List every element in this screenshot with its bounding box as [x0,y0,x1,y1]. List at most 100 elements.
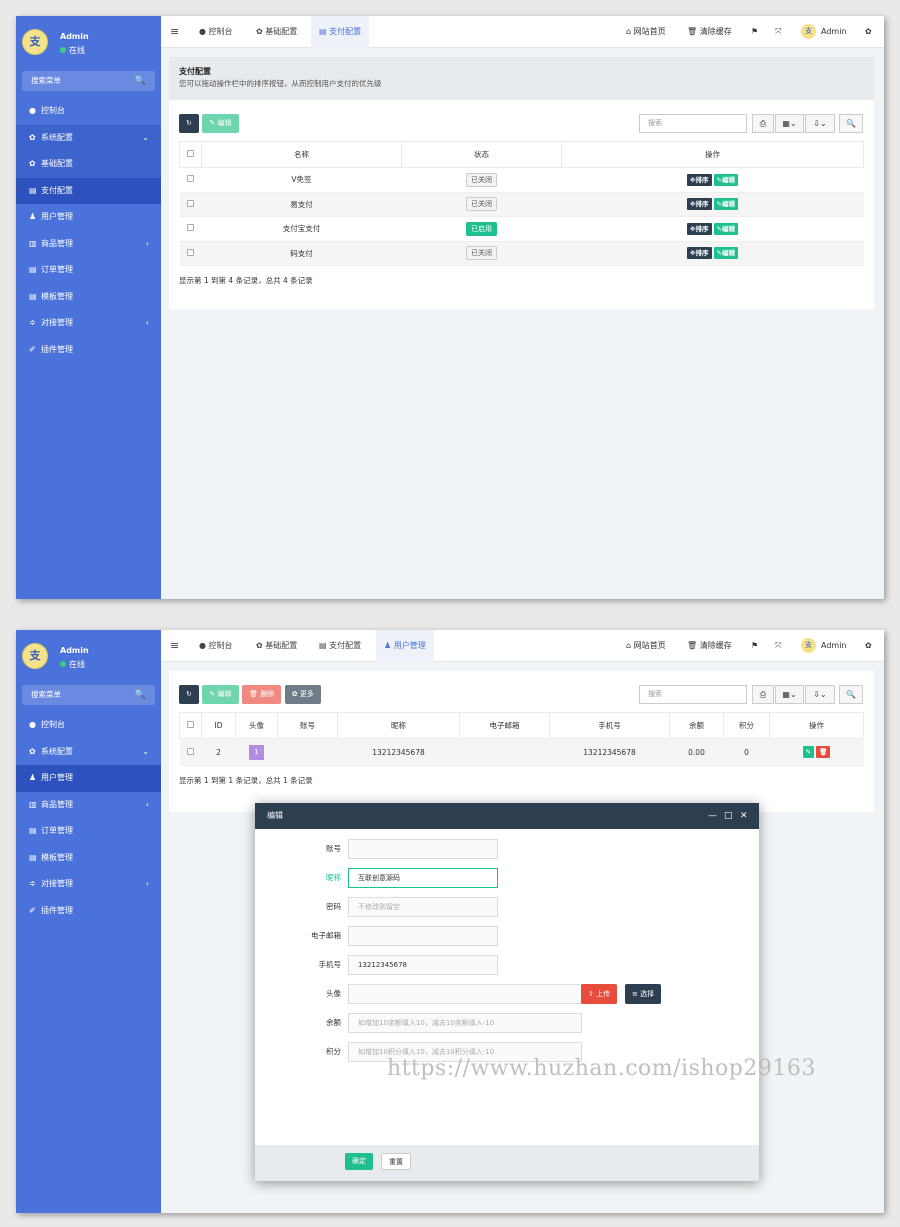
status-badge[interactable]: 已启用 [466,221,497,236]
clear-cache-button[interactable]: 🗑 清除缓存 [687,16,732,48]
export-button[interactable]: ⇩⌄ [805,685,835,704]
phone-field[interactable]: 13212345678 [348,955,498,975]
column-header-avatar[interactable]: 头像 [235,712,278,739]
balance-field[interactable]: 如增加10余额填入10，减去10余额填入-10 [348,1013,582,1033]
sidebar-search-input[interactable]: 搜索菜单 🔍 [22,685,155,705]
reset-button[interactable]: 重置 [381,1153,411,1170]
avatar[interactable]: 支 [22,29,48,55]
sidebar-item-0[interactable]: ● 控制台 [16,98,161,125]
hamburger-icon[interactable]: ≡ [170,25,179,38]
print-button[interactable]: ⎙ [752,114,774,133]
cogs-icon[interactable]: ✿ [865,16,872,48]
column-header-name[interactable]: 名称 [201,141,402,168]
flag-icon[interactable]: ⚑ [751,16,758,48]
sidebar-item-7[interactable]: ▤ 模板管理 [16,284,161,311]
hamburger-icon[interactable]: ≡ [170,639,179,652]
fullscreen-icon[interactable]: ⤧ [775,16,781,48]
checkbox[interactable] [187,224,194,232]
status-badge[interactable]: 已关闭 [466,197,497,212]
email-field[interactable] [348,926,498,946]
search-input[interactable]: 搜索 [639,114,747,133]
columns-button[interactable]: ▦⌄ [775,114,804,133]
confirm-button[interactable]: 确定 [345,1153,373,1170]
checkbox[interactable] [187,150,194,157]
checkbox[interactable] [187,199,194,207]
sidebar-item-4[interactable]: ▤ 订单管理 [16,818,161,845]
upload-button[interactable]: ⇧ 上传 [581,984,618,1004]
home-link[interactable]: ⌂ 网站首页 [626,16,666,48]
search-icon[interactable]: 🔍 [135,685,146,705]
cogs-icon[interactable]: ✿ [865,630,872,662]
row-delete-button[interactable]: 🗑 [816,746,831,758]
status-badge[interactable]: 已关闭 [466,246,497,261]
column-header-account[interactable]: 账号 [277,712,338,739]
sidebar-item-7[interactable]: ✐ 插件管理 [16,898,161,925]
sidebar-item-8[interactable]: ≑ 对接管理 ‹ [16,310,161,337]
tab-user-management[interactable]: ♟ 用户管理 [376,630,434,662]
minimize-icon[interactable]: — [708,803,717,829]
sort-button[interactable]: ✥排序 [687,247,712,260]
sidebar-item-4[interactable]: ♟ 用户管理 [16,204,161,231]
advanced-search-button[interactable]: 🔍 [839,114,863,133]
sidebar-item-6[interactable]: ▤ 订单管理 [16,257,161,284]
sidebar-item-3[interactable]: ▥ 商品管理 ‹ [16,792,161,819]
print-button[interactable]: ⎙ [752,685,774,704]
select-button[interactable]: ≡ 选择 [625,984,662,1004]
sidebar-item-2[interactable]: ✿ 基础配置 [16,151,161,178]
select-all-checkbox[interactable] [179,141,202,168]
column-header-points[interactable]: 积分 [723,712,770,739]
tab-basic-config[interactable]: ✿ 基础配置 [248,630,305,662]
column-header-nickname[interactable]: 昵称 [337,712,460,739]
sidebar-item-3[interactable]: ▤ 支付配置 [16,177,161,204]
password-field[interactable]: 不修改则留空 [348,897,498,917]
avatar[interactable]: 支 [22,643,48,669]
checkbox[interactable] [187,175,194,183]
column-header-id[interactable]: ID [201,712,236,739]
column-header-phone[interactable]: 手机号 [549,712,670,739]
advanced-search-button[interactable]: 🔍 [839,685,863,704]
row-edit-button[interactable]: ✎编辑 [713,173,738,186]
maximize-icon[interactable]: □ [724,803,733,829]
export-button[interactable]: ⇩⌄ [805,114,835,133]
sidebar-item-0[interactable]: ● 控制台 [16,712,161,739]
sort-button[interactable]: ✥排序 [687,222,712,235]
sidebar-item-5[interactable]: ▥ 商品管理 ‹ [16,231,161,258]
fullscreen-icon[interactable]: ⤧ [775,630,781,662]
user-menu[interactable]: 支 Admin [801,16,847,48]
more-button[interactable]: ✿ 更多 [284,685,321,704]
sidebar-item-6[interactable]: ≑ 对接管理 ‹ [16,871,161,898]
checkbox[interactable] [187,747,194,755]
sidebar-item-1[interactable]: ✿ 系统配置 ⌄ [16,739,161,766]
edit-button[interactable]: ✎ 编辑 [202,685,239,704]
tab-basic-config[interactable]: ✿ 基础配置 [248,16,305,48]
row-edit-button[interactable]: ✎编辑 [713,198,738,211]
sort-button[interactable]: ✥排序 [687,198,712,211]
delete-button[interactable]: 🗑 删除 [242,685,282,704]
sidebar-item-9[interactable]: ✐ 插件管理 [16,337,161,364]
tab-payment-config[interactable]: ▤ 支付配置 [311,630,369,662]
sidebar-search-input[interactable]: 搜索菜单 🔍 [22,71,155,91]
column-header-status[interactable]: 状态 [401,141,562,168]
refresh-button[interactable]: ↻ [179,685,199,704]
row-edit-button[interactable]: ✎编辑 [713,247,738,260]
avatar-field[interactable] [348,984,582,1004]
tab-dashboard[interactable]: ● 控制台 [191,630,241,662]
flag-icon[interactable]: ⚑ [751,630,758,662]
column-header-email[interactable]: 电子邮箱 [459,712,550,739]
close-icon[interactable]: ✕ [740,803,748,829]
sort-button[interactable]: ✥排序 [687,173,712,186]
select-all-checkbox[interactable] [179,712,202,739]
column-header-balance[interactable]: 余额 [669,712,724,739]
edit-button[interactable]: ✎ 编辑 [202,114,239,133]
columns-button[interactable]: ▦⌄ [775,685,804,704]
checkbox[interactable] [187,721,194,728]
clear-cache-button[interactable]: 🗑 清除缓存 [687,630,732,662]
sidebar-item-1[interactable]: ✿ 系统配置 ⌄ [16,124,161,151]
sidebar-item-5[interactable]: ▤ 模板管理 [16,845,161,872]
row-edit-button[interactable]: ✎ [802,746,815,758]
status-badge[interactable]: 已关闭 [466,172,497,187]
search-input[interactable]: 搜索 [639,685,747,704]
tab-dashboard[interactable]: ● 控制台 [191,16,241,48]
search-icon[interactable]: 🔍 [135,71,146,91]
row-edit-button[interactable]: ✎编辑 [713,222,738,235]
